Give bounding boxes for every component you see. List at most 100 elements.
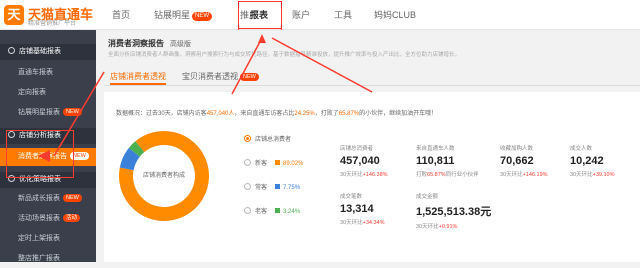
stat-label: 收藏加购人数 bbox=[500, 146, 534, 152]
summary-text: 数据概况：过去30天，店铺内访客 bbox=[116, 111, 207, 117]
sidebar-item-label: 定时上架报表 bbox=[18, 235, 60, 242]
main-content: 消费者洞察报告 高级版 全面分析店铺消费者人群画像，洞察用户搜索行为与成交转化路径… bbox=[96, 30, 640, 262]
stat-sub-suffix: 同行业小伙伴 bbox=[445, 172, 479, 178]
page-title-text: 消费者洞察报告 bbox=[108, 39, 164, 48]
nav-account[interactable]: 账户 bbox=[292, 0, 310, 30]
stat-orders: 成交笔数 13,314 30天环比+34.34% bbox=[340, 192, 385, 238]
stat-sub-value: +146.19% bbox=[522, 172, 548, 178]
stat-sales-amount: 成交金额 1,525,513.38元 30天环比+0.91% bbox=[416, 192, 491, 238]
sidebar-item-label: 钻展明星报表 bbox=[18, 109, 60, 116]
legend-label: 常客 bbox=[255, 185, 268, 191]
circle-icon bbox=[8, 47, 15, 54]
stat-sub: 30天环比+146.38% bbox=[340, 170, 388, 178]
legend-swatch bbox=[275, 208, 281, 213]
annotation-box-sidebar bbox=[6, 130, 74, 178]
tab-bar: 店铺消费者透视 宝贝消费者透视 NEW bbox=[104, 66, 640, 86]
radio-icon bbox=[244, 159, 251, 166]
legend-swatch bbox=[275, 184, 281, 189]
stat-sub-value: +34.34% bbox=[362, 220, 385, 226]
legend-new[interactable]: 新客 89.02% bbox=[244, 158, 303, 170]
stat-label: 店铺总消费者 bbox=[340, 146, 374, 152]
new-badge: NEW bbox=[63, 108, 82, 116]
nav-home[interactable]: 首页 bbox=[112, 0, 130, 30]
sidebar-item-activity-scene[interactable]: 活动场景报表 活动 bbox=[0, 210, 96, 228]
sidebar-item-label: 直通车报表 bbox=[18, 69, 53, 76]
stat-sub: 30天环比+34.34% bbox=[340, 218, 385, 226]
logo-tagline: 精准营销推广平台 bbox=[28, 21, 77, 27]
legend-pct: 89.02% bbox=[283, 161, 304, 167]
legend-swatch bbox=[275, 160, 281, 165]
tab-label: 宝贝消费者透视 bbox=[182, 72, 238, 81]
sidebar-item-star-report[interactable]: 钻展明星报表 NEW bbox=[0, 104, 96, 122]
stat-favorites: 收藏加购人数 70,662 30天环比+146.19% bbox=[500, 144, 548, 190]
legend-label: 新客 bbox=[255, 161, 268, 167]
stat-sub-value: 65.87% bbox=[427, 172, 446, 178]
summary-text: ，打败了 bbox=[314, 111, 339, 117]
nav-label: 账户 bbox=[292, 10, 311, 20]
stat-sub-prefix: 30天环比 bbox=[570, 172, 593, 178]
stat-value: 10,242 bbox=[570, 155, 604, 167]
tab-store-consumers[interactable]: 店铺消费者透视 bbox=[110, 69, 166, 85]
summary-beat: 65.87% bbox=[338, 111, 360, 117]
radio-icon bbox=[244, 183, 251, 190]
sidebar-group-basic[interactable]: 店铺基础报表 bbox=[0, 44, 96, 60]
chart-title: 店铺消费者构成 bbox=[142, 173, 185, 179]
stat-sub: 30天环比+0.91% bbox=[416, 222, 491, 230]
donut-slice-常客[interactable] bbox=[128, 141, 145, 157]
new-badge: NEW bbox=[192, 12, 213, 21]
legend-label: 老客 bbox=[255, 209, 268, 215]
summary-text: ，来自直通车访客占比 bbox=[234, 111, 295, 117]
nav-label: 首页 bbox=[112, 10, 131, 20]
summary-visitors: 457,040人 bbox=[206, 111, 235, 117]
tab-item-consumers[interactable]: 宝贝消费者透视 NEW bbox=[182, 69, 259, 85]
legend-total[interactable]: 店铺总消费者 bbox=[244, 134, 291, 146]
data-summary: 数据概况：过去30天，店铺内访客457,040人，来自直通车访客占比24.25%… bbox=[116, 108, 437, 117]
stat-sub-prefix: 30天环比 bbox=[340, 172, 363, 178]
sidebar-item-timed-listing[interactable]: 定时上架报表 bbox=[0, 230, 96, 248]
stat-sub-prefix: 打败 bbox=[416, 172, 428, 178]
summary-ratio: 24.25% bbox=[294, 111, 315, 117]
stat-total-consumers: 店铺总消费者 457,040 30天环比+146.38% bbox=[340, 144, 388, 190]
sidebar-item-store-promo[interactable]: 整店推广报表 bbox=[0, 250, 96, 268]
stat-value: 110,811 bbox=[416, 155, 455, 167]
stat-label: 成交金额 bbox=[416, 194, 439, 200]
logo[interactable]: 天 天猫直通车 精准营销推广平台 bbox=[4, 4, 96, 27]
nav-zuanzhan[interactable]: 钻展明星 NEW bbox=[154, 0, 213, 30]
sidebar-item-targeting-report[interactable]: 定向报表 bbox=[0, 84, 96, 102]
stat-value: 70,662 bbox=[500, 155, 534, 167]
stat-label: 来自直通车人数 bbox=[416, 146, 455, 152]
sidebar-group-label: 店铺基础报表 bbox=[19, 48, 61, 55]
sidebar-item-label: 整店推广报表 bbox=[18, 255, 60, 262]
nav-label: 工具 bbox=[334, 10, 353, 20]
page-description: 全面分析店铺消费者人群画像，洞察用户搜索行为与成交转化路径，基于数据指导精准投放… bbox=[108, 52, 461, 58]
top-bar: 天 天猫直通车 精准营销推广平台 首页 钻展明星 NEW 推广 报表 账户 工具 … bbox=[0, 0, 640, 30]
donut-slice-老客[interactable] bbox=[119, 147, 141, 171]
stat-label: 成交人数 bbox=[570, 146, 593, 152]
radio-icon bbox=[244, 207, 251, 214]
nav-tools[interactable]: 工具 bbox=[334, 0, 352, 30]
legend-pct: 7.75% bbox=[283, 185, 301, 191]
stat-sub-prefix: 30天环比 bbox=[340, 220, 363, 226]
stat-value: 1,525,513.38元 bbox=[416, 206, 492, 218]
new-badge: NEW bbox=[240, 73, 259, 81]
stat-value: 457,040 bbox=[340, 155, 380, 167]
nav-mama-club[interactable]: 妈妈CLUB bbox=[374, 0, 416, 30]
radio-icon bbox=[244, 135, 251, 142]
stat-ztc-visitors: 来自直通车人数 110,811 打败65.87%同行业小伙伴 bbox=[416, 144, 479, 190]
nav-label: 钻展明星 bbox=[154, 10, 191, 20]
version-label: 高级版 bbox=[170, 41, 191, 48]
sidebar-item-new-product[interactable]: 新品成长报表 NEW bbox=[0, 190, 96, 208]
sidebar-item-ztc-report[interactable]: 直通车报表 bbox=[0, 64, 96, 82]
legend-pct: 3.24% bbox=[283, 209, 301, 215]
stat-value: 13,314 bbox=[340, 203, 374, 215]
legend-old[interactable]: 老客 3.24% bbox=[244, 206, 300, 218]
sidebar-item-label: 定向报表 bbox=[18, 89, 46, 96]
sidebar-item-label: 活动场景报表 bbox=[18, 215, 60, 222]
page-title: 消费者洞察报告 高级版 bbox=[108, 38, 191, 49]
stat-label: 成交笔数 bbox=[340, 194, 363, 200]
legend-regular[interactable]: 常客 7.75% bbox=[244, 182, 300, 194]
sidebar-item-label: 新品成长报表 bbox=[18, 195, 60, 202]
legend-label: 店铺总消费者 bbox=[255, 137, 292, 143]
stat-sub-prefix: 30天环比 bbox=[416, 224, 439, 230]
nav-label: 妈妈CLUB bbox=[374, 10, 417, 20]
